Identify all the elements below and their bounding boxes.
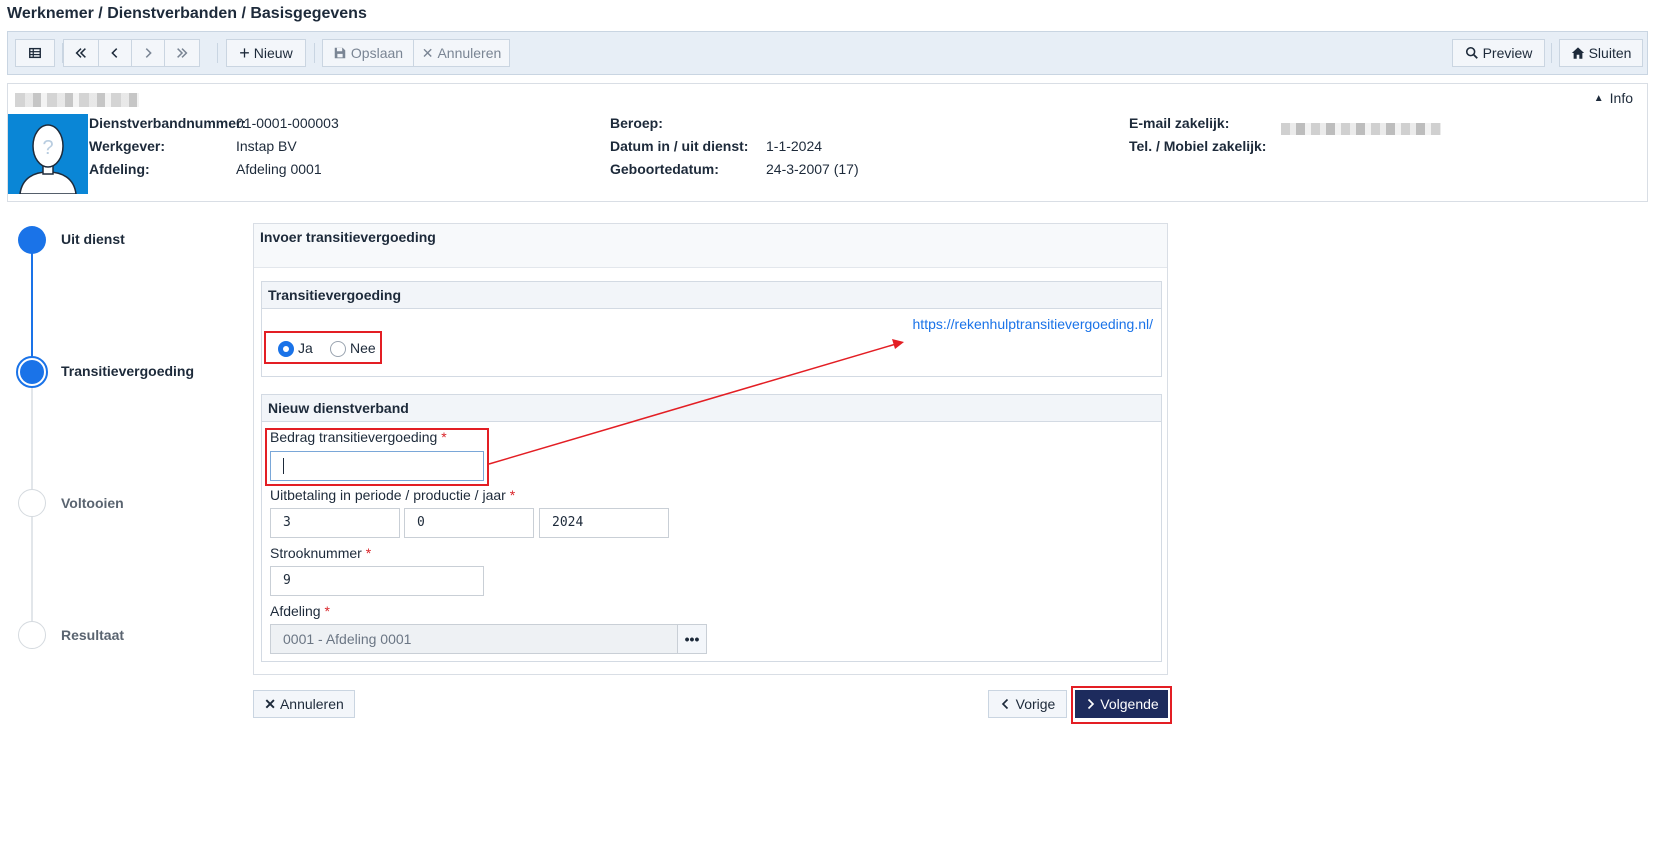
close-icon: ✕ (264, 695, 276, 712)
chevron-left-icon (1001, 698, 1008, 710)
annotation-arrow (488, 339, 904, 465)
annuleren-button[interactable]: ✕ Annuleren (253, 690, 355, 718)
highlight-volgende (1071, 686, 1172, 724)
vorige-button[interactable]: Vorige (988, 690, 1067, 718)
